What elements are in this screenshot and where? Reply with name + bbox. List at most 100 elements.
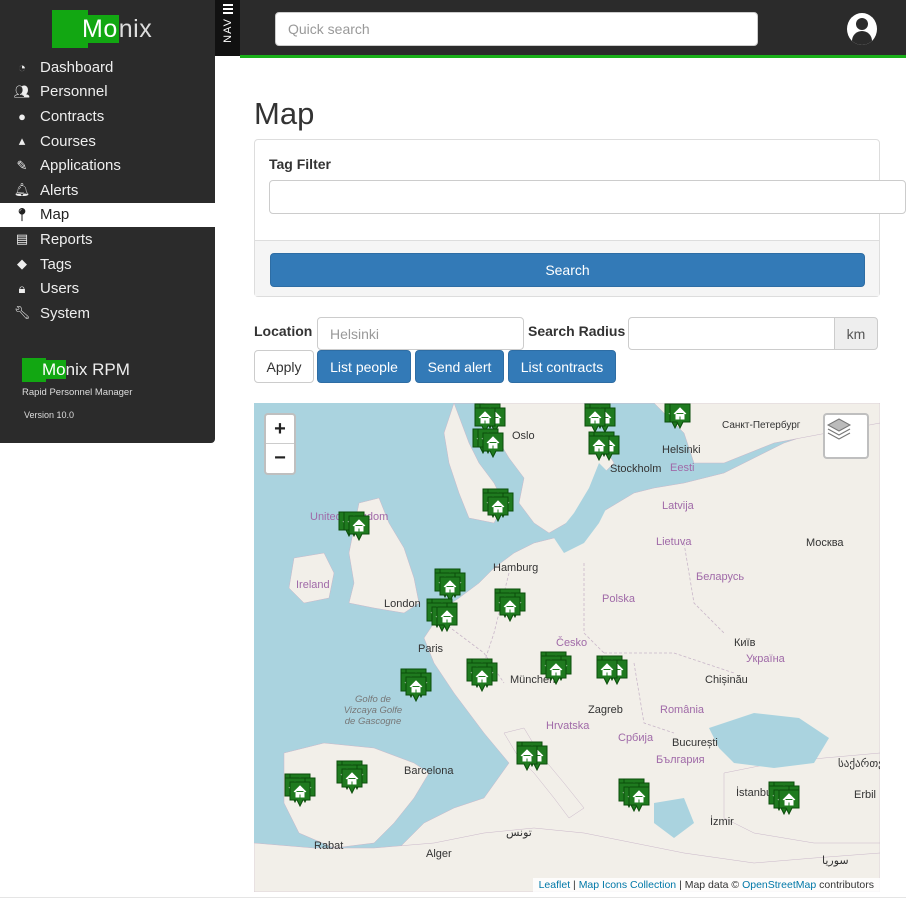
map[interactable]: Oslo Helsinki Санкт-Петербург Stockholm … (254, 403, 880, 892)
sidebar-item-users[interactable]: 🔒︎ Users (0, 276, 215, 301)
apply-button[interactable]: Apply (254, 350, 314, 383)
map-marker-icon[interactable] (405, 676, 427, 702)
map-marker-icon[interactable] (436, 606, 458, 632)
tag-filter-input[interactable] (269, 180, 906, 214)
map-icons-link[interactable]: Map Icons Collection (579, 879, 676, 891)
list-contracts-button[interactable]: List contracts (508, 350, 616, 383)
product-brand: Monix RPM Rapid Personnel Manager Versio… (22, 358, 152, 420)
edit-icon: ✎ (16, 157, 28, 173)
product-tagline: Rapid Personnel Manager (22, 387, 133, 398)
map-label: Latvija (662, 500, 694, 512)
panel-footer: Search (255, 240, 879, 296)
map-attribution: Leaflet | Map Icons Collection | Map dat… (532, 878, 880, 892)
list-people-button[interactable]: List people (317, 350, 411, 383)
sidebar-item-map[interactable]: 📍︎ Map (0, 202, 215, 228)
map-label: საქართველო (838, 758, 880, 770)
map-marker-icon[interactable] (669, 403, 691, 429)
hamburger-icon (222, 4, 233, 14)
sidebar-item-dashboard[interactable]: ◔ Dashboard (0, 55, 215, 80)
map-label: London (384, 598, 421, 610)
map-label: Oslo (512, 430, 535, 442)
graduation-cap-icon: ▴ (18, 133, 26, 149)
map-label: Helsinki (662, 444, 701, 456)
map-marker-icon[interactable] (341, 768, 363, 794)
map-marker-icon[interactable] (482, 432, 504, 458)
map-marker-icon: 📍︎ (13, 206, 31, 222)
sidebar-item-tags[interactable]: ◆ Tags (0, 252, 215, 277)
search-radius-input[interactable] (628, 317, 835, 350)
sidebar: Monix ◔ Dashboard 👥︎ Personnel ● Contracts … (0, 0, 215, 443)
layers-button[interactable] (823, 413, 869, 459)
map-label: Česko (556, 637, 588, 649)
map-marker-icon[interactable] (596, 659, 618, 685)
send-alert-button[interactable]: Send alert (415, 350, 504, 383)
product-version: Version 10.0 (24, 410, 75, 420)
map-marker-icon[interactable] (289, 781, 311, 807)
location-input[interactable] (317, 317, 524, 350)
tags-icon: ◆ (17, 256, 27, 272)
map-marker-icon[interactable] (499, 596, 521, 622)
leaflet-link[interactable]: Leaflet (539, 879, 571, 891)
map-marker-icon[interactable] (584, 407, 606, 433)
map-label: Eesti (670, 462, 695, 474)
map-label: Golfo de Vizcaya Golfe de Gascogne (343, 694, 403, 727)
map-label: Київ (734, 637, 756, 649)
zoom-in-button[interactable]: + (266, 415, 294, 444)
map-label: România (660, 704, 705, 716)
osm-link[interactable]: OpenStreetMap (742, 879, 816, 891)
user-avatar-icon[interactable] (847, 13, 877, 45)
page-title: Map (254, 96, 315, 131)
globe-icon: ● (18, 108, 26, 124)
sidebar-item-personnel[interactable]: 👥︎ Personnel (0, 80, 215, 105)
map-label: تونس (506, 827, 532, 839)
map-marker-icon[interactable] (487, 496, 509, 522)
sidebar-nav: ◔ Dashboard 👥︎ Personnel ● Contracts ▴ Cours… (0, 55, 215, 326)
map-label: İzmir (710, 816, 734, 828)
map-label: Санкт-Петербург (722, 420, 801, 431)
sidebar-item-reports[interactable]: ▤ Reports (0, 227, 215, 252)
map-label: Barcelona (404, 765, 454, 777)
zoom-control: + − (264, 413, 296, 475)
tag-filter-panel: Search (254, 139, 880, 297)
nav-toggle-button[interactable]: NAV (215, 0, 240, 56)
map-marker-icon[interactable] (545, 659, 567, 685)
map-marker-icon[interactable] (471, 666, 493, 692)
product-name: Monix RPM (42, 360, 130, 379)
zoom-out-button[interactable]: − (266, 444, 294, 473)
users-icon: 👥︎ (13, 83, 31, 99)
file-icon: ▤ (15, 231, 29, 247)
sidebar-item-contracts[interactable]: ● Contracts (0, 104, 215, 129)
map-label: Alger (426, 848, 452, 860)
search-button[interactable]: Search (270, 253, 865, 287)
nav-toggle-label: NAV (221, 18, 234, 43)
sidebar-item-system[interactable]: 🔧︎ System (0, 301, 215, 326)
sidebar-item-alerts[interactable]: 🔔︎ Alerts (0, 178, 215, 203)
map-label: Lietuva (656, 536, 692, 548)
map-label: Србија (618, 732, 654, 744)
dashboard-icon: ◔ (18, 59, 26, 75)
map-label: Erbil (854, 789, 877, 801)
location-label: Location (254, 323, 313, 339)
map-marker-icon[interactable] (778, 789, 800, 815)
map-label: Hrvatska (546, 720, 590, 732)
map-marker-icon[interactable] (628, 786, 650, 812)
map-label: България (656, 754, 705, 766)
map-label: Polska (602, 593, 636, 605)
map-marker-icon[interactable] (516, 745, 538, 771)
map-label: Hamburg (493, 562, 539, 574)
map-label: Chișinău (705, 674, 748, 686)
map-marker-icon[interactable] (588, 435, 610, 461)
quick-search-input[interactable] (275, 12, 758, 46)
map-label: Rabat (314, 840, 344, 852)
map-label: Zagreb (588, 704, 623, 716)
monix-logo[interactable]: Monix (52, 10, 160, 48)
map-label: Москва (806, 537, 844, 549)
top-bar (240, 0, 906, 58)
bottom-divider (0, 897, 906, 898)
sidebar-item-applications[interactable]: ✎ Applications (0, 153, 215, 178)
map-label: سوريا (822, 855, 849, 867)
map-label: Ireland (296, 579, 330, 591)
radius-unit-addon: km (834, 317, 878, 350)
sidebar-item-courses[interactable]: ▴ Courses (0, 129, 215, 154)
map-marker-icon[interactable] (348, 515, 370, 541)
